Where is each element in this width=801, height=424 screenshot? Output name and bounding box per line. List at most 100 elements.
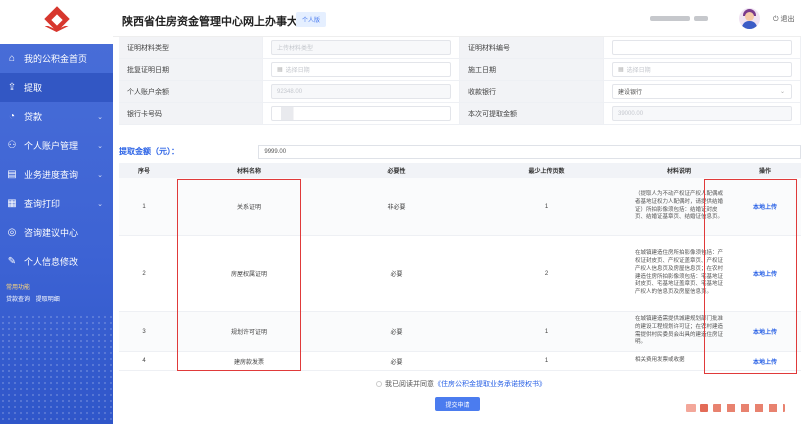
chat-icon: ◎: [7, 227, 17, 238]
edit-icon: ✎: [7, 256, 17, 267]
field-value: 39000.00: [618, 110, 644, 117]
logout-label: 退出: [780, 16, 795, 23]
blurred-watermark-3: [713, 404, 785, 412]
field-value-cell: 建设银行 ⌄: [604, 81, 801, 102]
field-label: 施工日期: [460, 59, 604, 80]
field-input[interactable]: [612, 40, 792, 55]
loan-icon: ◔: [8, 111, 16, 122]
sidebar-item-6[interactable]: ◎ 咨询建议中心: [0, 218, 113, 247]
blurred-watermark: [686, 404, 696, 412]
cell-no: 1: [142, 203, 146, 210]
submit-button[interactable]: 提交申请: [435, 397, 480, 411]
sidebar-item-label: 个人信息修改: [24, 257, 79, 267]
field-input: 39000.00: [612, 106, 792, 121]
date-picker[interactable]: ▦ 选择日期: [271, 62, 451, 77]
user-icon: ⚇: [7, 140, 17, 151]
user-name-blurred: [650, 16, 690, 21]
common-link-withdraw-detail[interactable]: 提取明细: [36, 297, 60, 303]
cell-pages: 1: [544, 328, 549, 335]
cell-need: 必要: [390, 359, 403, 366]
withdraw-icon: ⇪: [7, 82, 17, 93]
field-label: 个人账户余额: [119, 81, 263, 102]
bank-select[interactable]: 建设银行 ⌄: [612, 84, 792, 99]
header: 陕西省住房资金管理中心网上办事大厅 个人版 ⏻ 退出: [113, 0, 801, 37]
sidebar-item-label: 我的公积金首页: [24, 54, 88, 64]
sidebar-item-label: 提取: [24, 83, 43, 93]
chevron-down-icon: ⌄: [779, 89, 785, 95]
col-header-no: 序号: [137, 169, 150, 175]
field-input: 上传材料类型: [271, 40, 451, 55]
col-header-name: 材料名称: [236, 169, 261, 175]
sidebar-item-label: 咨询建议中心: [24, 228, 79, 238]
field-input[interactable]: [271, 106, 451, 121]
sidebar-item-label: 查询打印: [24, 199, 61, 209]
cell-no: 4: [142, 358, 146, 364]
cell-no: 3: [142, 328, 146, 335]
sidebar-item-0[interactable]: ⌂ 我的公积金首页: [0, 44, 113, 73]
date-picker[interactable]: ▦ 选择日期: [612, 62, 792, 77]
logout-button[interactable]: ⏻ 退出: [773, 14, 794, 24]
col-header-desc: 材料说明: [666, 169, 691, 175]
highlight-box-actions: [704, 179, 797, 374]
field-value-cell: ▦ 选择日期: [263, 59, 460, 80]
form-row: 证明材料类型 上传材料类型 证明材料编号: [119, 37, 801, 59]
amount-row: 提取金额（元）： 9999.00: [119, 143, 801, 160]
common-functions: 常用功能 贷款查询 提取明细: [0, 276, 113, 303]
print-icon: ▦: [7, 198, 17, 209]
version-badge: 个人版: [296, 12, 327, 27]
agreement-link[interactable]: 《住房公积金提取业务承诺授权书》: [434, 379, 546, 389]
field-value-cell: 92348.00: [263, 81, 460, 102]
user-id-blurred: [694, 16, 708, 21]
field-label: 收款银行: [460, 81, 604, 102]
cell-need: 必要: [390, 272, 403, 278]
sidebar-item-1[interactable]: ⇪ 提取: [0, 73, 113, 102]
sidebar-item-3[interactable]: ⚇ 个人账户管理 ⌄: [0, 131, 113, 160]
cell-pages: 1: [544, 358, 549, 364]
amount-input[interactable]: 9999.00: [258, 144, 801, 159]
agreement-text: 我已阅读并同意: [385, 381, 434, 388]
field-value-cell: ▦ 选择日期: [604, 59, 801, 80]
form-row: 银行卡号码 本次可提取金额 39000.00: [119, 103, 801, 125]
blurred-watermark-2: [700, 404, 708, 412]
field-label: 批复证明日期: [119, 59, 263, 80]
agreement-row: 我已阅读并同意 《住房公积金提取业务承诺授权书》: [376, 379, 546, 389]
chevron-down-icon: ⌄: [97, 113, 103, 121]
cell-no: 2: [142, 270, 146, 277]
table-header: 序号 材料名称 必要性 最少上传页数 材料说明 操作: [119, 163, 801, 178]
field-value: 建设银行: [618, 90, 643, 96]
form-row: 批复证明日期 ▦ 选择日期 施工日期 ▦ 选择日期: [119, 59, 801, 81]
sidebar-item-label: 个人账户管理: [24, 141, 79, 151]
common-link-loan-query[interactable]: 贷款查询: [6, 297, 30, 303]
home-icon: ⌂: [8, 53, 16, 64]
field-label: 证明材料编号: [460, 37, 604, 58]
decorative-dots: [0, 314, 113, 424]
cell-need: 必要: [390, 330, 403, 336]
cell-pages: 1: [544, 203, 549, 210]
sidebar-item-label: 贷款: [24, 112, 43, 122]
calendar-icon: ▦: [618, 67, 624, 73]
col-header-pages: 最少上传页数: [528, 169, 565, 175]
col-header-need: 必要性: [387, 169, 406, 175]
field-value-cell: 上传材料类型: [263, 37, 460, 58]
field-label: 银行卡号码: [119, 103, 263, 124]
field-value-cell: [263, 103, 460, 124]
sidebar-item-4[interactable]: ▤ 业务进度查询 ⌄: [0, 160, 113, 189]
field-value-cell: [604, 37, 801, 58]
highlight-box-names: [177, 179, 301, 371]
chevron-down-icon: ⌄: [97, 200, 103, 208]
calendar-icon: ▦: [277, 67, 283, 73]
sidebar-item-5[interactable]: ▦ 查询打印 ⌄: [0, 189, 113, 218]
sidebar-item-7[interactable]: ✎ 个人信息修改: [0, 247, 113, 276]
chevron-down-icon: ⌄: [97, 142, 103, 150]
cell-need: 非必要: [387, 205, 406, 211]
field-label: 本次可提取金额: [460, 103, 604, 124]
sidebar-nav: ⌂ 我的公积金首页 ⇪ 提取 ◔ 贷款 ⌄ ⚇ 个人账户管理 ⌄ ▤ 业务进度查询 ⌄ ▦ 查询打印 ⌄ ◎ 咨询…: [0, 44, 113, 276]
sidebar-item-2[interactable]: ◔ 贷款 ⌄: [0, 102, 113, 131]
chevron-down-icon: ⌄: [97, 171, 103, 179]
cell-pages: 2: [544, 270, 549, 277]
logo-icon: [42, 6, 72, 37]
field-value: 上传材料类型: [277, 46, 314, 52]
agreement-checkbox[interactable]: [376, 381, 382, 387]
progress-icon: ▤: [7, 169, 17, 180]
avatar[interactable]: [739, 8, 760, 29]
